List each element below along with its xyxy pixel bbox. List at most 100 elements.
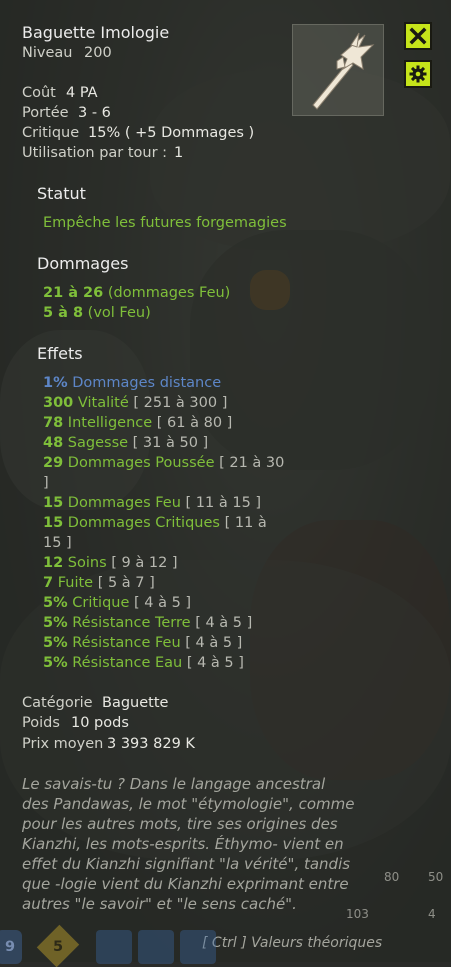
price-label: Prix moyen [22, 736, 104, 752]
item-tooltip: Baguette Imologie Niveau 200 Coût 4 PA P… [0, 0, 451, 962]
damage-value: 21 à 26 [43, 285, 104, 301]
hud-counter: 80 [384, 870, 400, 884]
lore-line: Le savais-tu ? Dans le langage ancestral [22, 775, 326, 793]
effect-range: [ 11 à [224, 515, 267, 531]
gear-icon [409, 65, 427, 83]
effect-value: 78 [43, 415, 64, 431]
category-value: Baguette [102, 695, 169, 711]
lore-line: pour les autres mots, tire ses origines … [22, 815, 338, 833]
price-value: 3 393 829 K [107, 736, 195, 752]
effect-line: 7 Fuite [ 5 à 7 ] [43, 574, 155, 592]
effect-value: 1% [43, 375, 68, 391]
damage-desc: (vol Feu) [87, 305, 151, 321]
hud-spell-slot[interactable] [96, 930, 132, 964]
effect-line: 15 Dommages Critiques [ 11 à [43, 514, 267, 532]
effect-line: 12 Soins [ 9 à 12 ] [43, 554, 178, 572]
effect-desc: Fuite [57, 575, 94, 591]
item-level: 200 [84, 45, 112, 61]
game-hud: 9 5 80 50 103 4 [0, 870, 451, 967]
settings-button[interactable] [404, 60, 432, 88]
effect-range: [ 4 à 5 ] [186, 655, 244, 671]
effect-value: 48 [43, 435, 64, 451]
effect-line: 5% Résistance Eau [ 4 à 5 ] [43, 654, 244, 672]
effect-value: 5% [43, 635, 68, 651]
damage-value: 5 à 8 [43, 305, 84, 321]
effect-range: [ 4 à 5 ] [134, 595, 192, 611]
effect-desc: Dommages Poussée [67, 455, 215, 471]
status-title: Statut [37, 184, 86, 203]
item-name: Baguette Imologie [22, 23, 170, 42]
lore-line: des Pandawas, le mot "étymologie", comme [22, 795, 355, 813]
effect-desc: Dommages distance [72, 375, 222, 391]
effect-value: 5% [43, 615, 68, 631]
effect-desc: Critique [72, 595, 130, 611]
damage-desc: (dommages Feu) [107, 285, 231, 301]
effect-line: 29 Dommages Poussée [ 21 à 30 [43, 454, 284, 472]
effect-line: 15 ] [43, 534, 72, 552]
range-label: Portée [22, 105, 69, 121]
effect-desc: Résistance Feu [72, 635, 181, 651]
damages-title: Dommages [37, 254, 129, 273]
effect-value: 29 [43, 455, 64, 471]
hud-left-number: 9 [5, 939, 16, 955]
effect-line: 300 Vitalité [ 251 à 300 ] [43, 394, 227, 412]
item-image [292, 24, 384, 116]
effect-line: 5% Résistance Terre [ 4 à 5 ] [43, 614, 252, 632]
effect-desc: Dommages Critiques [67, 515, 220, 531]
effect-line: 48 Sagesse [ 31 à 50 ] [43, 434, 208, 452]
effect-value: 5% [43, 595, 68, 611]
effect-range: [ 5 à 7 ] [97, 575, 155, 591]
effect-range: [ 31 à 50 ] [132, 435, 209, 451]
status-text: Empêche les futures forgemagies [43, 215, 287, 231]
damage-line: 21 à 26 (dommages Feu) [43, 284, 230, 302]
effect-value: 15 [43, 515, 64, 531]
effect-range: [ 4 à 5 ] [195, 615, 253, 631]
cost-label: Coût [22, 85, 56, 101]
effects-title: Effets [37, 344, 83, 363]
effect-line: 15 Dommages Feu [ 11 à 15 ] [43, 494, 261, 512]
close-icon [409, 27, 427, 45]
effect-value: 15 [43, 495, 64, 511]
effect-value: 5% [43, 655, 68, 671]
weight-value: 10 pods [71, 715, 129, 731]
crit-label: Critique [22, 125, 80, 141]
effect-desc: Vitalité [77, 395, 129, 411]
hud-badge-number: 5 [53, 939, 64, 955]
wand-icon [312, 32, 375, 110]
damage-line: 5 à 8 (vol Feu) [43, 304, 151, 322]
effect-desc: Résistance Eau [72, 655, 183, 671]
effect-range: [ 21 à 30 [219, 455, 285, 471]
category-label: Catégorie [22, 695, 93, 711]
effect-range: [ 4 à 5 ] [185, 635, 243, 651]
effect-range: 15 ] [43, 535, 72, 551]
effect-range: [ 251 à 300 ] [133, 395, 228, 411]
effect-range: ] [43, 475, 49, 491]
hud-spell-slot[interactable] [180, 930, 216, 964]
hud-counter: 103 [346, 907, 369, 921]
range-value: 3 - 6 [78, 105, 111, 121]
item-level-label: Niveau [22, 45, 73, 61]
effect-desc: Résistance Terre [72, 615, 191, 631]
effect-line: 5% Résistance Feu [ 4 à 5 ] [43, 634, 242, 652]
cost-value: 4 PA [66, 85, 98, 101]
hud-counter: 4 [428, 907, 436, 921]
effect-line: 78 Intelligence [ 61 à 80 ] [43, 414, 232, 432]
effect-value: 12 [43, 555, 64, 571]
uses-value: 1 [174, 145, 184, 161]
hud-spell-slot[interactable] [138, 930, 174, 964]
effect-desc: Dommages Feu [67, 495, 181, 511]
effect-desc: Intelligence [67, 415, 153, 431]
effect-line: 1% Dommages distance [43, 374, 221, 392]
effect-range: [ 9 à 12 ] [111, 555, 178, 571]
lore-line: Kianzhi, les mots-esprits. Éthymo- vient… [22, 835, 344, 853]
effect-desc: Sagesse [67, 435, 129, 451]
close-button[interactable] [404, 22, 432, 50]
effect-value: 300 [43, 395, 74, 411]
lore-line: effet du Kianzhi signifiant "la vérité",… [22, 855, 351, 873]
weight-label: Poids [22, 715, 60, 731]
effect-range: [ 11 à 15 ] [185, 495, 262, 511]
crit-value: 15% ( +5 Dommages ) [88, 125, 255, 141]
effect-desc: Soins [67, 555, 107, 571]
effect-line: ] [43, 474, 49, 492]
hud-counter: 50 [428, 870, 444, 884]
